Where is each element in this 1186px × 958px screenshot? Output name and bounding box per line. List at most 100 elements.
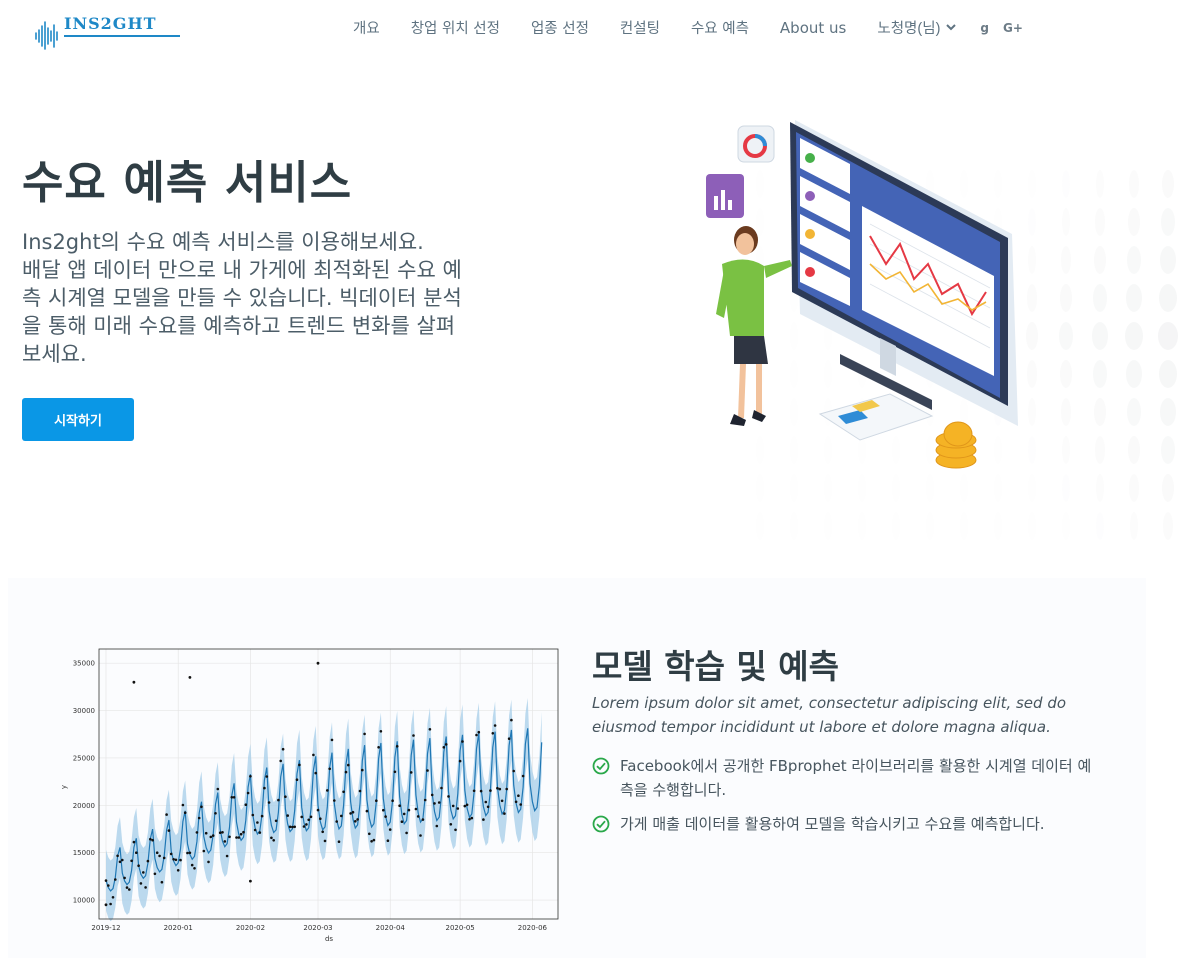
observed-point [116,854,119,858]
observed-point [146,859,150,863]
observed-point [274,819,278,823]
observed-point [165,813,168,816]
observed-point [372,838,376,842]
observed-point [246,791,250,795]
observed-point [244,803,248,806]
observed-point [465,803,469,807]
observed-point [281,747,285,751]
observed-point [109,902,112,906]
observed-point [409,771,413,774]
observed-point [328,767,332,771]
observed-point [128,888,131,891]
observed-point [197,816,201,820]
observed-point [181,803,185,807]
pattern-dot [1160,246,1176,274]
observed-point [195,831,199,834]
nav-item-consulting[interactable]: 컨설팅 [620,17,660,38]
observed-point [423,798,427,802]
observed-point [207,860,210,864]
feature-title: 모델 학습 및 예측 [592,647,839,686]
observed-point [263,786,266,790]
observed-point [361,768,364,772]
logo[interactable]: INS2GHT [34,14,184,50]
observed-point [510,718,513,722]
observed-point [461,740,464,743]
observed-point [449,823,453,826]
observed-point [130,859,133,863]
observed-point [344,770,348,774]
observed-point [121,858,124,862]
pattern-dot [1128,436,1140,464]
observed-point [505,787,509,791]
observed-point [458,759,462,763]
pattern-dot [1160,398,1176,426]
nav-item-business-type[interactable]: 업종 선정 [531,17,589,38]
pattern-dot [1062,512,1070,540]
x-tick-label: 2020-02 [236,924,265,932]
observed-point [498,787,502,791]
observed-point [251,813,255,817]
google-plus-icon[interactable]: G+ [1003,21,1023,35]
observed-point [167,829,171,832]
observed-point [347,763,350,767]
observed-point [400,820,404,823]
observed-point [158,854,161,858]
observed-point [519,803,522,806]
observed-point [514,800,518,804]
pattern-dot [1096,474,1104,502]
x-tick-label: 2019-12 [91,924,120,932]
observed-point [162,856,166,860]
observed-point [437,801,441,804]
forecast-chart: 10000 15000 20000 25000 30000 35000 2019-12 20… [56,645,566,945]
observed-point [335,820,339,823]
check-circle-icon [592,757,610,775]
observed-point [218,831,222,834]
nav-item-overview[interactable]: 개요 [353,17,380,38]
observed-point [179,858,182,862]
user-name: 노청명(님) [877,21,941,37]
hero-description: Ins2ght의 수요 예측 서비스를 이용해보세요. 배달 앱 데이터 만으로… [22,228,562,368]
observed-point [139,882,143,885]
observed-point [496,786,499,790]
observed-point [265,775,269,778]
observed-point [395,745,399,748]
nav-item-about-us[interactable]: About us [780,19,846,37]
observed-point [402,812,406,816]
pattern-dot [1162,474,1174,502]
observed-point [391,799,394,802]
observed-point [398,804,401,807]
soundwave-icon [35,21,58,50]
nav-item-location[interactable]: 창업 위치 선정 [411,17,500,38]
list-item: 가게 매출 데이터를 활용하여 모델을 학습시키고 수요를 예측합니다. [592,812,1092,836]
nav-item-demand-forecast[interactable]: 수요 예측 [691,17,749,38]
observed-point [340,814,343,818]
observed-point [433,802,436,805]
observed-point [228,835,231,839]
observed-point [284,795,287,798]
start-button[interactable]: 시작하기 [22,398,134,441]
observed-point [230,796,234,799]
user-menu[interactable]: 노청명(님) [877,17,957,38]
pattern-dot [1162,170,1174,198]
observed-point [137,864,140,867]
pattern-dot [1059,322,1073,350]
observed-point [153,872,157,876]
observed-point [300,815,303,819]
pattern-dot [1061,398,1071,426]
pattern-dot [1159,284,1177,312]
observed-point [291,825,294,829]
observed-point [491,732,495,735]
pattern-dot [756,512,764,540]
observed-point [188,851,192,855]
pattern-dot [960,512,968,540]
pattern-dot [1094,246,1106,274]
pattern-dot [1060,284,1072,312]
observed-point [183,811,187,814]
observed-point [155,851,159,854]
google-icon[interactable]: g [980,21,989,35]
confidence-band [106,698,542,922]
pattern-dot [892,512,900,540]
observed-point [309,815,313,819]
x-axis-label: ds [325,935,333,943]
pattern-dot [1093,360,1107,388]
